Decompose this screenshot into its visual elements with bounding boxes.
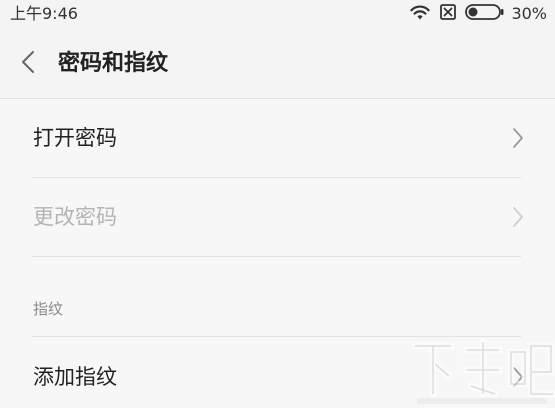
chevron-right-icon — [511, 205, 525, 229]
settings-screen: 上午9:46 30% 密码和指纹 打开密码 更改密码 指纹 添加指纹 — [0, 0, 555, 408]
change-password-item[interactable]: 更改密码 — [0, 178, 555, 256]
page-title: 密码和指纹 — [58, 51, 169, 76]
section-header-fingerprint: 指纹 — [33, 300, 64, 318]
add-fingerprint-label: 添加指纹 — [33, 365, 117, 389]
status-icons: 30% — [401, 3, 547, 25]
wifi-icon — [409, 3, 431, 25]
divider — [32, 256, 521, 257]
no-sim-icon — [439, 3, 457, 25]
battery-icon — [465, 3, 505, 25]
open-password-item[interactable]: 打开密码 — [0, 99, 555, 177]
watermark-logo — [407, 328, 555, 408]
status-bar: 上午9:46 30% — [0, 0, 555, 30]
battery-percent: 30% — [511, 4, 547, 23]
open-password-label: 打开密码 — [33, 126, 117, 150]
change-password-label: 更改密码 — [33, 205, 117, 229]
status-time: 上午9:46 — [10, 4, 78, 23]
chevron-left-icon — [21, 50, 35, 78]
app-header: 密码和指纹 — [0, 30, 555, 99]
chevron-right-icon — [511, 126, 525, 150]
back-button[interactable] — [14, 50, 42, 78]
